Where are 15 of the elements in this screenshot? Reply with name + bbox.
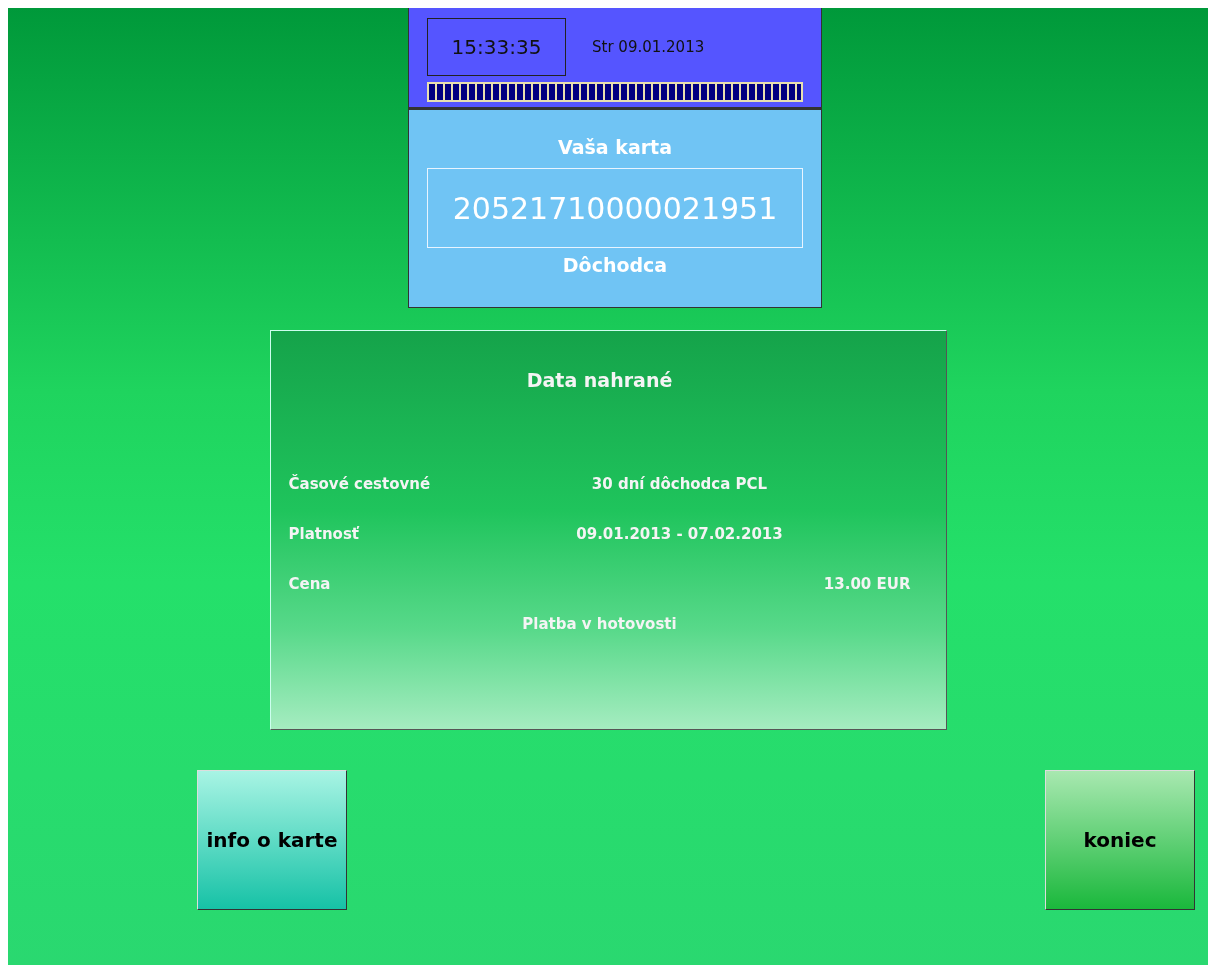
row-value: 30 dní dôchodca PCL — [590, 475, 769, 493]
card-category: Dôchodca — [562, 254, 668, 276]
end-button[interactable]: koniec — [1045, 770, 1195, 910]
result-title: Data nahrané — [525, 369, 674, 391]
row-label: Časové cestovné — [288, 475, 432, 493]
clock-time: 15:33:35 — [427, 18, 566, 76]
card-number: 20521710000021951 — [427, 168, 803, 248]
row-label: Cena — [288, 575, 332, 593]
row-value: 13.00 EUR — [822, 575, 911, 593]
payment-note: Platba v hotovosti — [521, 615, 678, 633]
info-button[interactable]: info o karte — [197, 770, 347, 910]
row-value: 09.01.2013 - 07.02.2013 — [575, 525, 784, 543]
date-text: Str 09.01.2013 — [592, 38, 705, 56]
card-title: Vaša karta — [558, 136, 672, 158]
row-label: Platnosť — [288, 525, 360, 543]
